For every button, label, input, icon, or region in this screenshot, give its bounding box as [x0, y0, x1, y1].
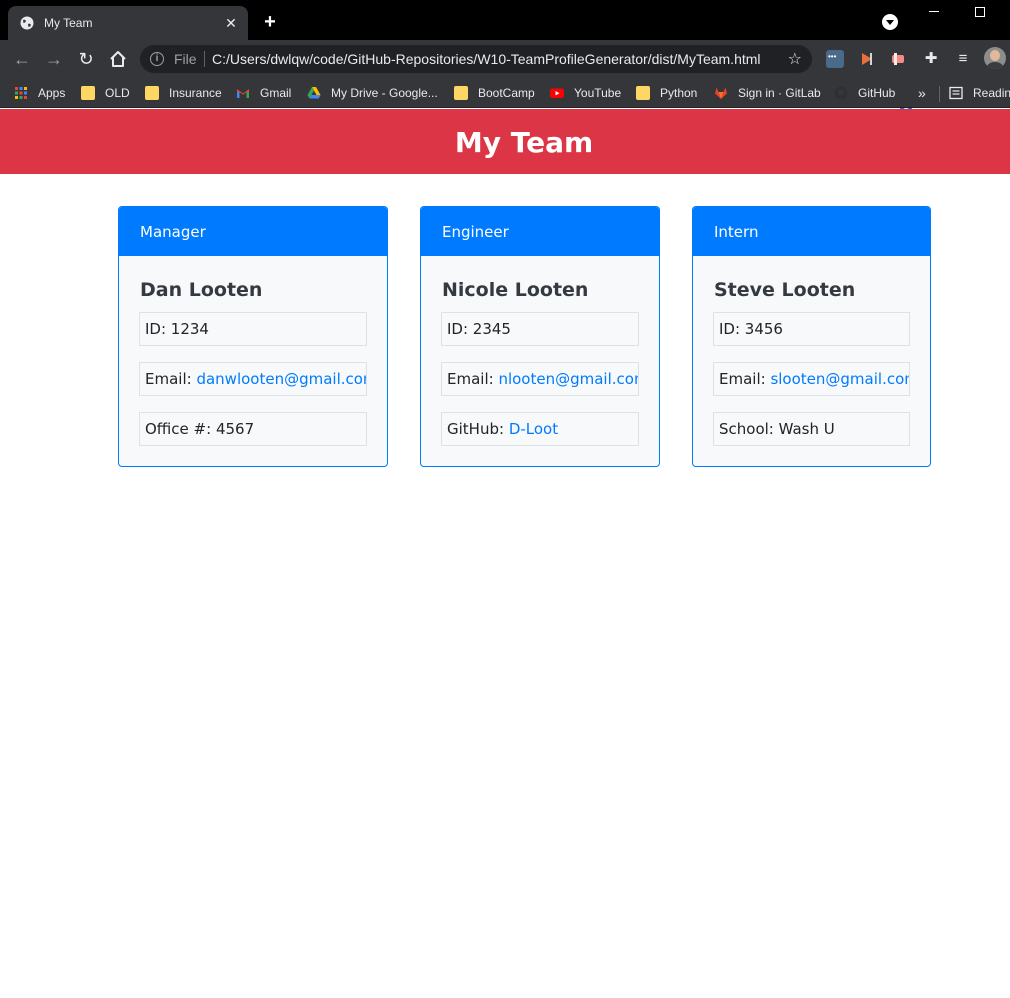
minimize-button[interactable]: [911, 2, 957, 24]
engineer-card: Engineer Nicole Looten ID: 2345 Email: n…: [420, 206, 660, 467]
page-content: My Team Manager Dan Looten ID: 1234 Emai…: [0, 109, 1010, 998]
email-prefix: Email:: [719, 370, 771, 388]
card-header: Intern: [693, 207, 930, 256]
office-number-field: Office #: 4567: [139, 412, 367, 446]
employee-name: Dan Looten: [140, 279, 263, 301]
bookmark-label: Gmail: [260, 86, 292, 100]
email-link[interactable]: danwlooten@gmail.com: [196, 370, 366, 388]
email-field: Email: slooten@gmail.com: [713, 362, 910, 396]
email-field: Email: nlooten@gmail.com: [441, 362, 639, 396]
youtube-icon: [550, 88, 564, 98]
reading-list-icon: [949, 86, 963, 100]
media-playlist-icon[interactable]: ≡: [954, 50, 972, 68]
profile-avatar[interactable]: [984, 47, 1006, 69]
folder-icon: [454, 86, 468, 100]
address-bar[interactable]: i File C:/Users/dwlqw/code/GitHub-Reposi…: [140, 45, 812, 73]
extension-badge-icon[interactable]: [890, 50, 908, 68]
bookmark-label: Python: [660, 86, 698, 100]
gmail-icon: [237, 89, 249, 98]
id-text: ID: 2345: [447, 320, 511, 338]
google-drive-icon: [307, 87, 321, 99]
gitlab-icon: [715, 87, 727, 99]
card-header: Manager: [119, 207, 387, 256]
back-arrow-icon[interactable]: ←: [11, 48, 33, 70]
role-label: Intern: [714, 223, 759, 241]
tab-search-icon[interactable]: [882, 14, 898, 30]
maximize-button[interactable]: [957, 2, 1003, 24]
id-text: ID: 1234: [145, 320, 209, 338]
role-label: Manager: [140, 223, 206, 241]
bookmark-label: Apps: [38, 86, 66, 100]
github-prefix: GitHub:: [447, 420, 509, 438]
scheme-label: File: [174, 51, 197, 67]
github-field: GitHub: D-Loot: [441, 412, 639, 446]
bookmark-label: Insurance: [169, 86, 222, 100]
extension-icon[interactable]: [826, 50, 844, 68]
github-icon: [834, 86, 848, 100]
school-field: School: Wash U: [713, 412, 910, 446]
tab-title: My Team: [44, 16, 93, 30]
folder-icon: [636, 86, 650, 100]
id-text: ID: 3456: [719, 320, 783, 338]
bookmarks-divider: [939, 86, 940, 102]
url-text[interactable]: C:/Users/dwlqw/code/GitHub-Repositories/…: [212, 51, 761, 67]
home-icon[interactable]: [107, 48, 129, 70]
email-link[interactable]: slooten@gmail.com: [770, 370, 909, 388]
site-info-icon[interactable]: i: [150, 52, 164, 66]
apps-grid-icon: [15, 87, 27, 99]
bookmark-label: OLD: [105, 86, 130, 100]
browser-tab[interactable]: My Team ✕: [8, 6, 248, 40]
extension-flag-icon[interactable]: [858, 50, 876, 68]
folder-icon: [81, 86, 95, 100]
new-tab-button[interactable]: +: [260, 12, 280, 32]
id-field: ID: 2345: [441, 312, 639, 346]
globe-icon: [20, 16, 34, 30]
reading-list-label: Readin: [973, 86, 1010, 100]
id-field: ID: 3456: [713, 312, 910, 346]
bookmark-label: BootCamp: [478, 86, 535, 100]
bookmark-label: My Drive - Google...: [331, 86, 438, 100]
close-tab-icon[interactable]: ✕: [222, 14, 240, 32]
email-prefix: Email:: [145, 370, 197, 388]
role-label: Engineer: [442, 223, 509, 241]
more-bookmarks-chevron-icon[interactable]: »: [918, 83, 926, 103]
forward-arrow-icon[interactable]: →: [43, 48, 65, 70]
employee-name: Steve Looten: [714, 279, 856, 301]
reload-icon[interactable]: ↻: [75, 48, 97, 70]
tab-strip: My Team ✕ +: [0, 0, 1010, 40]
employee-name: Nicole Looten: [442, 279, 589, 301]
page-title: My Team: [454, 126, 594, 159]
office-number-text: Office #: 4567: [145, 420, 255, 438]
omnibox-divider: [204, 51, 205, 67]
card-header: Engineer: [421, 207, 659, 256]
bookmark-star-icon[interactable]: ☆: [788, 49, 802, 69]
email-field: Email: danwlooten@gmail.com: [139, 362, 367, 396]
bookmark-label: YouTube: [574, 86, 622, 100]
email-link[interactable]: nlooten@gmail.com: [498, 370, 638, 388]
manager-card: Manager Dan Looten ID: 1234 Email: danwl…: [118, 206, 388, 467]
email-prefix: Email:: [447, 370, 499, 388]
page-header: My Team: [0, 109, 1010, 174]
github-link[interactable]: D-Loot: [509, 420, 558, 438]
intern-card: Intern Steve Looten ID: 3456 Email: sloo…: [692, 206, 931, 467]
bookmark-label: Sign in · GitLab: [738, 86, 821, 100]
folder-icon: [145, 86, 159, 100]
browser-toolbar: ← → ↻ i File C:/Users/dwlqw/code/GitHub-…: [0, 40, 1010, 112]
puzzle-extensions-icon[interactable]: ✚: [922, 50, 940, 68]
school-text: School: Wash U: [719, 420, 835, 438]
id-field: ID: 1234: [139, 312, 367, 346]
bookmark-label: GitHub: [858, 86, 896, 100]
bookmarks-bar: Apps OLD Insurance Gmail My Drive - Goog…: [0, 78, 1010, 108]
